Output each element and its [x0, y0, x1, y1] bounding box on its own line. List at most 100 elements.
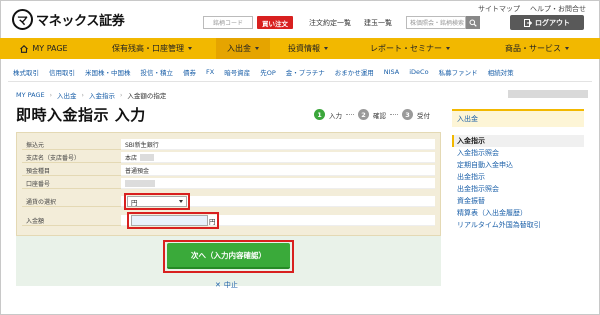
subnav-crypto[interactable]: 暗号資産: [219, 67, 255, 77]
home-icon: [20, 44, 29, 53]
nav-report-label: レポート・セミナー: [370, 44, 442, 53]
page-title: 即時入金指示 入力: [16, 106, 146, 124]
logo-text: マネックス証券: [36, 14, 125, 29]
sidebar-item-transfer[interactable]: 資金振替: [452, 195, 584, 207]
subnav-ideco[interactable]: iDeCo: [404, 68, 433, 76]
step-1-label: 入力: [329, 111, 342, 120]
nav-holdings[interactable]: 保有残高・口座管理: [88, 38, 216, 59]
search-button[interactable]: [466, 16, 480, 29]
sidebar-item-deposit-instruction[interactable]: 入金指示: [452, 135, 584, 147]
subnav-stocks[interactable]: 株式取引: [8, 67, 44, 77]
form-row-currency: 通貨の選択: [22, 196, 435, 207]
subnav-us-china[interactable]: 米国株・中国株: [80, 67, 136, 77]
form-row-source: 振込元 SBI新生銀行: [22, 139, 435, 150]
account-info-redacted: [508, 90, 588, 98]
form-label: 預金種目: [22, 165, 121, 176]
step-indicator: 1 入力 2 確認 3 受付: [314, 109, 430, 120]
positions-link[interactable]: 建玉一覧: [364, 18, 392, 28]
step-3-label: 受付: [417, 111, 430, 120]
subnav-gold[interactable]: 金・プラチナ: [281, 67, 330, 77]
subnav-futures[interactable]: 先OP: [255, 67, 281, 77]
highlight-next-button: [163, 240, 294, 273]
nav-info-label: 投資情報: [288, 44, 320, 53]
buy-order-button[interactable]: 買い注文: [257, 16, 293, 29]
form-label: 口座番号: [22, 178, 121, 189]
subnav-margin[interactable]: 信用取引: [44, 67, 80, 77]
form-value: 普通預金: [121, 165, 435, 176]
form-label: 振込元: [22, 139, 121, 150]
logout-icon: [524, 18, 532, 27]
form-row-account-number: 口座番号: [22, 178, 435, 189]
sidebar-title[interactable]: 入出金: [452, 109, 584, 127]
chevron-right-icon: ›: [49, 91, 53, 99]
step-divider: [390, 114, 398, 115]
chevron-down-icon: [446, 47, 450, 50]
sidebar-menu: 入金指示 入金指示照会 定期自動入金申込 出金指示 出金指示照会 資金振替 精算…: [452, 135, 584, 231]
nav-mypage[interactable]: MY PAGE: [0, 38, 88, 59]
subnav-robo[interactable]: おまかせ運用: [330, 67, 379, 77]
subnav-funds[interactable]: 投信・積立: [136, 67, 179, 77]
branch-name: 本店: [125, 154, 138, 162]
site-header: マ マネックス証券 サイトマップ ヘルプ・お問合せ 銘柄コード 買い注文 注文約…: [0, 0, 600, 38]
chevron-down-icon: [324, 47, 328, 50]
nav-products-label: 商品・サービス: [505, 44, 561, 53]
highlight-currency: [124, 193, 190, 210]
sub-nav: 株式取引 信用取引 米国株・中国株 投信・積立 債券 FX 暗号資産 先OP 金…: [8, 62, 592, 82]
form-value: [121, 178, 435, 189]
sidebar-item-auto-deposit[interactable]: 定期自動入金申込: [452, 159, 584, 171]
subnav-private-fund[interactable]: 私募ファンド: [434, 67, 483, 77]
close-icon: ✕: [215, 281, 221, 289]
breadcrumb-deposit-instruction[interactable]: 入金指示: [89, 90, 115, 100]
nav-deposit-label: 入出金: [227, 44, 251, 53]
highlight-amount: [127, 212, 219, 229]
sidebar-item-deposit-inquiry[interactable]: 入金指示照会: [452, 147, 584, 159]
breadcrumb: MY PAGE › 入出金 › 入金指示 › 入金額の指定: [16, 90, 166, 100]
step-2-dot: 2: [358, 109, 369, 120]
nav-info[interactable]: 投資情報: [270, 38, 346, 59]
form-label: 入金額: [22, 215, 121, 226]
monex-logo[interactable]: マ マネックス証券: [12, 9, 125, 30]
nav-deposit[interactable]: 入出金: [216, 38, 270, 59]
sidebar-item-realtime-fx[interactable]: リアルタイム外国為替取引: [452, 219, 584, 231]
form-value: 本店: [121, 152, 435, 163]
nav-mypage-label: MY PAGE: [32, 44, 68, 53]
logout-button[interactable]: ログアウト: [510, 15, 584, 30]
cancel-label: 中止: [223, 281, 238, 289]
form-label: 支店名（支店番号）: [22, 152, 121, 163]
stock-code-input[interactable]: 銘柄コード: [203, 16, 253, 29]
step-1-dot: 1: [314, 109, 325, 120]
main-nav: MY PAGE 保有残高・口座管理 入出金 投資情報 レポート・セミナー 商品・…: [0, 38, 600, 59]
order-list-link[interactable]: 注文約定一覧: [309, 18, 351, 28]
chevron-down-icon: [565, 47, 569, 50]
form-label: 通貨の選択: [22, 196, 121, 207]
subnav-fx[interactable]: FX: [201, 68, 219, 76]
chevron-right-icon: ›: [81, 91, 84, 99]
logo-mark: マ: [12, 9, 33, 30]
form-row-branch: 支店名（支店番号） 本店: [22, 152, 435, 163]
logout-label: ログアウト: [535, 18, 570, 27]
search-input[interactable]: 株価照会・銘柄検索: [406, 16, 466, 29]
cancel-link[interactable]: ✕ 中止: [215, 280, 238, 290]
sidebar-item-withdrawal-inquiry[interactable]: 出金指示照会: [452, 183, 584, 195]
search-icon: [469, 19, 477, 27]
utility-links: サイトマップ ヘルプ・お問合せ: [478, 4, 586, 14]
help-link[interactable]: ヘルプ・お問合せ: [530, 4, 586, 14]
form-row-deposit-type: 預金種目 普通預金: [22, 165, 435, 176]
step-divider: [346, 114, 354, 115]
subnav-nisa[interactable]: NISA: [379, 68, 404, 76]
redacted-account-number: [125, 179, 155, 187]
redacted-branch-number: [140, 153, 155, 161]
nav-report[interactable]: レポート・セミナー: [346, 38, 474, 59]
subnav-inheritance[interactable]: 相続対策: [483, 67, 519, 77]
breadcrumb-current: 入金額の指定: [127, 92, 167, 100]
sitemap-link[interactable]: サイトマップ: [478, 4, 520, 14]
breadcrumb-mypage[interactable]: MY PAGE: [16, 91, 45, 99]
subnav-bonds[interactable]: 債券: [178, 67, 201, 77]
sidebar-item-withdrawal[interactable]: 出金指示: [452, 171, 584, 183]
sidebar-item-statement[interactable]: 精算表（入出金履歴）: [452, 207, 584, 219]
chevron-down-icon: [188, 47, 192, 50]
nav-products[interactable]: 商品・サービス: [474, 38, 600, 59]
breadcrumb-deposit[interactable]: 入出金: [57, 90, 77, 100]
chevron-right-icon: ›: [119, 91, 123, 99]
chevron-down-icon: [255, 47, 259, 50]
